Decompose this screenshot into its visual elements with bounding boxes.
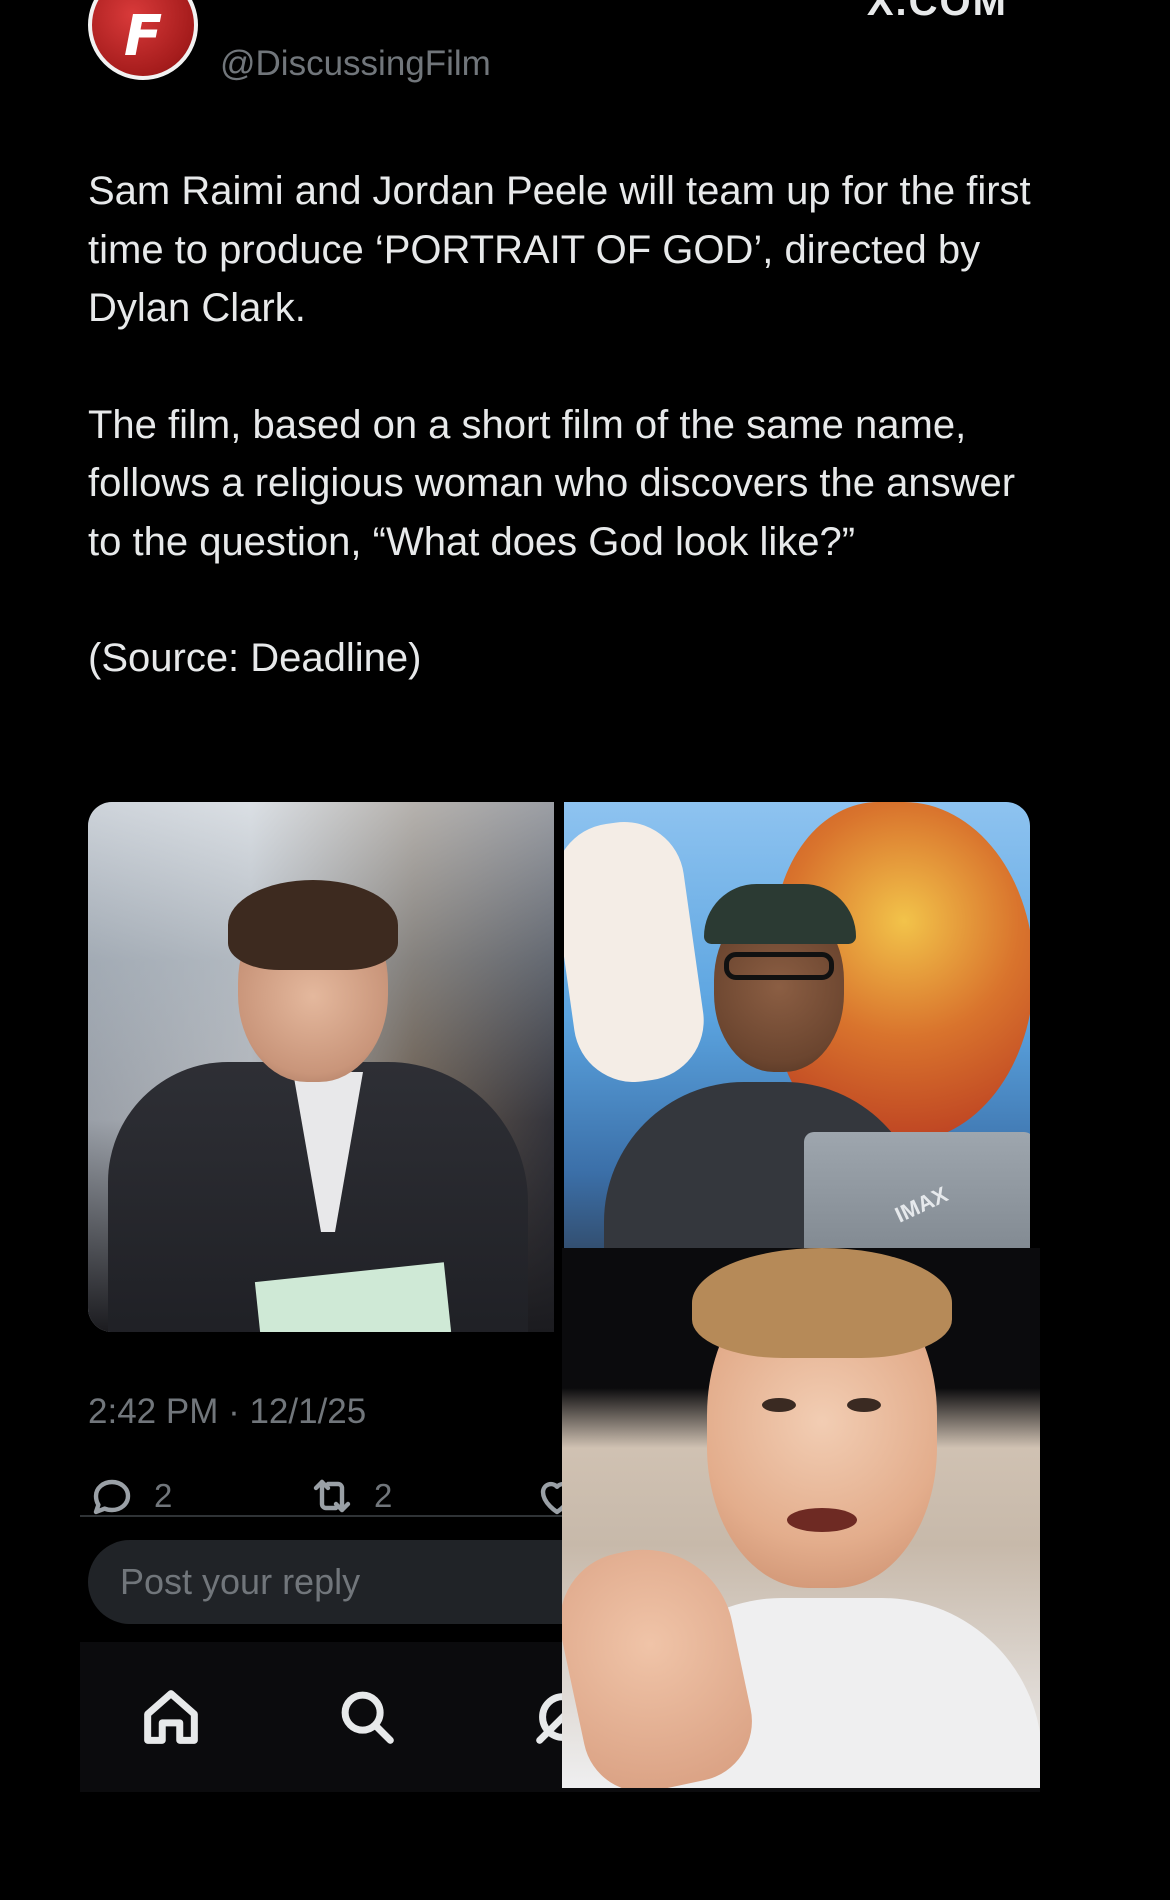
avatar-logo-text: F xyxy=(123,3,163,69)
site-watermark: X.COM xyxy=(866,0,1008,24)
overlay-eye-right xyxy=(847,1398,881,1412)
overlay-hair xyxy=(692,1248,952,1358)
overlay-mouth xyxy=(787,1508,857,1532)
search-icon xyxy=(341,1691,394,1744)
tweet-paragraph-2: The film, based on a short film of the s… xyxy=(88,402,1016,564)
photo-cap xyxy=(704,884,856,944)
repost-icon xyxy=(313,1479,351,1513)
creator-video-overlay[interactable] xyxy=(562,1248,1040,1788)
home-icon xyxy=(144,1690,198,1744)
repost-button[interactable]: 2 xyxy=(308,1472,392,1520)
nav-home[interactable] xyxy=(136,1682,206,1752)
tweet-timestamp[interactable]: 2:42 PM · 12/1/25 xyxy=(88,1392,366,1432)
nav-search[interactable] xyxy=(332,1682,402,1752)
overlay-eye-left xyxy=(762,1398,796,1412)
profile-avatar[interactable]: F xyxy=(88,0,198,80)
tweet-paragraph-3: (Source: Deadline) xyxy=(88,636,422,680)
user-handle[interactable]: @DiscussingFilm xyxy=(220,44,491,84)
tweet-text: Sam Raimi and Jordan Peele will team up … xyxy=(88,162,1048,746)
photo-sam-raimi[interactable] xyxy=(88,802,554,1332)
repost-count: 2 xyxy=(374,1477,393,1514)
reply-button[interactable]: 2 xyxy=(88,1472,172,1520)
reply-count: 2 xyxy=(154,1477,173,1514)
photo-balloon-arm xyxy=(564,814,712,1090)
photo-glasses xyxy=(724,952,834,980)
tweet-header: F @DiscussingFilm X.COM xyxy=(88,0,1028,110)
tweet-paragraph-1: Sam Raimi and Jordan Peele will team up … xyxy=(88,169,1031,330)
photo-hair xyxy=(228,880,398,970)
reply-icon xyxy=(93,1479,131,1515)
overlay-hand xyxy=(562,1532,764,1788)
